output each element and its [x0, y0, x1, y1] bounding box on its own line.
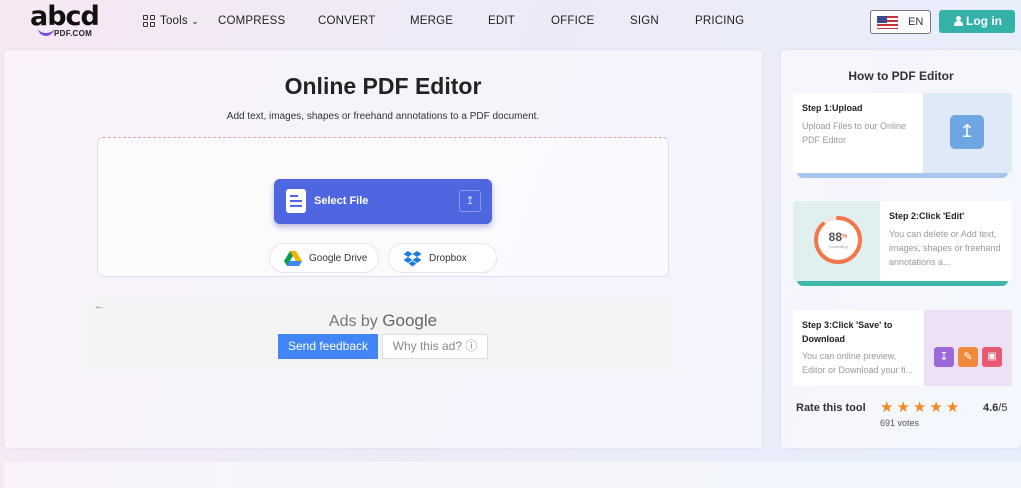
us-flag-icon: [877, 16, 898, 29]
progress-caption: Converting: [828, 244, 848, 249]
send-feedback-button[interactable]: Send feedback: [278, 334, 378, 359]
nav-edit[interactable]: EDIT: [488, 15, 515, 27]
nav-compress[interactable]: COMPRESS: [218, 15, 285, 27]
dropbox-icon: [404, 251, 421, 267]
step-illustration: 88% Converting: [793, 201, 880, 281]
nav-sign[interactable]: SIGN: [630, 15, 659, 27]
progress-unit: %: [842, 234, 848, 240]
step-heading: Step 1:Upload: [802, 103, 863, 113]
star-icon[interactable]: ★: [913, 400, 926, 415]
star-icon[interactable]: ★: [946, 400, 959, 415]
rating-max: /5: [998, 402, 1008, 414]
step-card-edit: 88% Converting Step 2:Click 'Edit' You c…: [793, 201, 1012, 281]
user-icon: [953, 16, 963, 27]
dropbox-label: Dropbox: [429, 253, 467, 264]
chevron-down-icon: ⌄: [191, 16, 200, 26]
google-wordmark: Google: [382, 311, 438, 330]
step-description: You can delete or Add text, images, shap…: [889, 229, 1001, 267]
step-description: Upload Files to our Online PDF Editor: [802, 121, 907, 145]
nav-tools-label: Tools: [160, 15, 188, 27]
language-selector[interactable]: EN: [870, 10, 931, 34]
google-drive-icon: [284, 251, 302, 266]
step-card-save: Step 3:Click 'Save' to Download You can …: [793, 310, 1012, 386]
how-to-title: How to PDF Editor: [848, 69, 954, 83]
step-card-upload: Step 1:Upload Upload Files to our Online…: [793, 93, 1012, 173]
star-icon[interactable]: ★: [896, 400, 909, 415]
logo-swoosh: [38, 26, 54, 36]
google-drive-button[interactable]: Google Drive: [269, 243, 379, 273]
abcdpdf-logo[interactable]: abcd PDF.COM: [30, 1, 110, 40]
step-heading: Step 3:Click 'Save' to Download: [802, 320, 893, 344]
rate-tool-label: Rate this tool: [796, 402, 866, 414]
rating-score: 4.6/5: [983, 402, 1007, 414]
logo-subtext: PDF.COM: [54, 29, 93, 38]
step-illustration: ↥: [923, 93, 1012, 173]
step-heading: Step 2:Click 'Edit': [889, 211, 965, 221]
nav-tools[interactable]: Tools ⌄: [160, 15, 199, 27]
language-label: EN: [908, 16, 924, 28]
progress-value: 88%: [812, 230, 864, 244]
progress-number: 88: [828, 230, 842, 244]
step-illustration: ↧ ✎ ▣: [924, 310, 1012, 386]
nav-office[interactable]: OFFICE: [551, 15, 594, 27]
step-description: You can online preview, Editor or Downlo…: [802, 351, 914, 375]
bottom-section: [4, 462, 1021, 488]
select-file-button[interactable]: Select File ↥: [274, 179, 492, 224]
download-icon: ↧: [934, 347, 954, 367]
upload-icon: ↥: [459, 190, 481, 212]
dropbox-button[interactable]: Dropbox: [388, 243, 497, 273]
ads-by-google-label: Ads by Google: [90, 311, 676, 331]
google-drive-label: Google Drive: [309, 253, 368, 264]
google-ad-box: ← Ads by Google Send feedback Why this a…: [90, 299, 676, 372]
upload-icon: ↥: [950, 115, 984, 149]
select-file-label: Select File: [314, 195, 369, 207]
login-button[interactable]: Log in: [939, 10, 1015, 33]
vote-count: 691 votes: [880, 418, 920, 428]
nav-convert[interactable]: CONVERT: [318, 15, 375, 27]
rating-value: 4.6: [983, 402, 999, 414]
star-icon[interactable]: ★: [880, 400, 893, 415]
nav-merge[interactable]: MERGE: [410, 15, 453, 27]
preview-icon: ▣: [982, 347, 1002, 367]
page-subtitle: Add text, images, shapes or freehand ann…: [226, 111, 540, 122]
grid-icon: [143, 15, 155, 27]
nav-pricing[interactable]: PRICING: [695, 15, 744, 27]
pencil-icon: ✎: [958, 347, 978, 367]
ads-by-prefix: Ads by: [328, 313, 378, 330]
rating-stars[interactable]: ★ ★ ★ ★ ★: [880, 399, 962, 417]
star-icon[interactable]: ★: [929, 400, 942, 415]
document-icon: [286, 189, 306, 213]
why-this-ad-button[interactable]: Why this ad? ⓘ: [382, 334, 488, 359]
top-header: abcd PDF.COM Tools ⌄ COMPRESS CONVERT ME…: [0, 0, 1021, 44]
page-title: Online PDF Editor: [284, 73, 482, 99]
login-label: Log in: [966, 14, 1002, 28]
